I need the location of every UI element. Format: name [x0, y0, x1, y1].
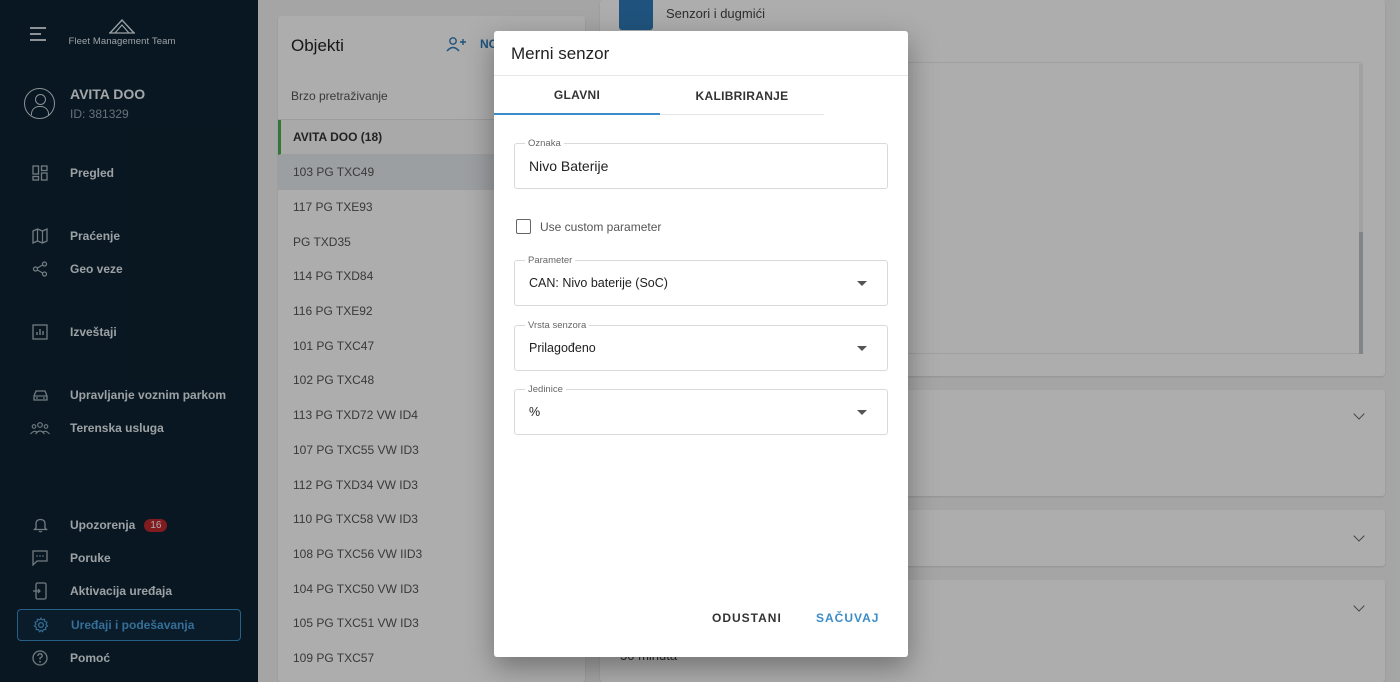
tab-kalibriranje[interactable]: KALIBRIRANJE	[660, 77, 824, 115]
save-button[interactable]: SAČUVAJ	[816, 611, 879, 625]
units-select[interactable]: Jedinice %	[514, 384, 888, 435]
custom-parameter-checkbox[interactable]	[516, 219, 531, 234]
divider	[494, 75, 908, 76]
oznaka-value[interactable]: Nivo Baterije	[529, 158, 608, 174]
oznaka-label: Oznaka	[525, 138, 564, 149]
dialog-title: Merni senzor	[511, 44, 610, 63]
dropdown-arrow-icon[interactable]	[857, 346, 867, 351]
oznaka-field[interactable]: Oznaka Nivo Baterije	[514, 138, 888, 189]
custom-parameter-label: Use custom parameter	[540, 219, 662, 234]
parameter-value: CAN: Nivo baterije (SoC)	[529, 276, 668, 290]
tab-glavni[interactable]: GLAVNI	[494, 77, 660, 115]
dropdown-arrow-icon[interactable]	[857, 410, 867, 415]
sensor-type-select[interactable]: Vrsta senzora Prilagođeno	[514, 320, 888, 371]
measuring-sensor-dialog: Merni senzor GLAVNI KALIBRIRANJE Oznaka …	[494, 31, 908, 657]
cancel-button[interactable]: ODUSTANI	[712, 611, 782, 625]
custom-parameter-option[interactable]: Use custom parameter	[516, 219, 661, 234]
dropdown-arrow-icon[interactable]	[857, 281, 867, 286]
sensor-type-value: Prilagođeno	[529, 341, 596, 355]
parameter-label: Parameter	[525, 255, 576, 266]
sensor-type-label: Vrsta senzora	[525, 320, 590, 331]
units-value: %	[529, 405, 541, 419]
units-label: Jedinice	[525, 384, 566, 395]
parameter-select[interactable]: Parameter CAN: Nivo baterije (SoC)	[514, 255, 888, 306]
